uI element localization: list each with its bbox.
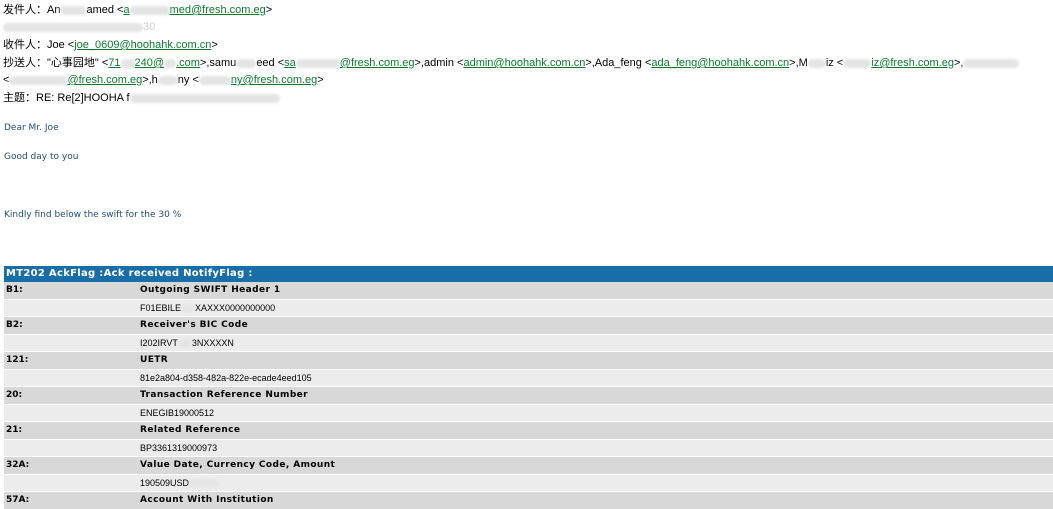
- subject-label: 主题：: [3, 92, 36, 104]
- cc-email-link-1[interactable]: 71 240@ .com: [108, 57, 200, 69]
- field-description: UETR: [140, 355, 169, 365]
- from-line-2: 30: [3, 20, 155, 34]
- cc-label: 抄送人：: [3, 57, 47, 69]
- cc-line-2: < @fresh.com.eg>,h ny < ny@fresh.com.eg>: [3, 74, 324, 86]
- field-value: 81e2a804-d358-482a-822e-ecade4eed105: [140, 372, 312, 383]
- field-value: 190509USD: [140, 475, 1053, 492]
- swift-value-row: ENEGIB19000512: [4, 403, 1053, 421]
- cc-email-link-2[interactable]: sa @fresh.com.eg: [284, 57, 414, 69]
- field-tag: 20:: [6, 390, 23, 400]
- field-value: ENEGIB19000512: [140, 407, 215, 418]
- to-line: 收件人：Joe <joe_0609@hoohahk.com.cn>: [3, 39, 218, 51]
- field-tag: 21:: [6, 425, 23, 435]
- cc-email-link-7[interactable]: ny@fresh.com.eg: [198, 74, 317, 86]
- subject-line: 主题：RE: Re[2]HOOHA f: [3, 91, 280, 105]
- swift-value-row: BP3361319000973: [4, 438, 1053, 456]
- redaction: [129, 93, 280, 103]
- field-tag: B2:: [6, 320, 23, 330]
- to-email-link[interactable]: joe_0609@hoohahk.com.cn: [74, 39, 211, 51]
- swift-value-row: I202IRVT 3NXXXXN: [4, 333, 1053, 351]
- field-description: Value Date, Currency Code, Amount: [140, 460, 336, 470]
- from-line: 发件人：An amed <a med@fresh.com.eg>: [3, 4, 273, 16]
- cc-line: 抄送人："心事园地" <71 240@ .com>,samu eed <sa @fres…: [3, 56, 1020, 70]
- swift-field-row: 21: Related Reference: [4, 421, 1053, 439]
- cc-email-link-6[interactable]: @fresh.com.eg: [9, 74, 142, 86]
- field-description: Receiver's BIC Code: [140, 320, 249, 330]
- field-value: F01EBILE XAXXX0000000000: [140, 302, 276, 313]
- cc-email-link-3[interactable]: admin@hoohahk.com.cn: [463, 57, 585, 69]
- body-line-1: Good day to you: [4, 152, 79, 162]
- from-label: 发件人：: [3, 4, 47, 16]
- cc-email-link-5[interactable]: iz@fresh.com.eg: [843, 57, 954, 69]
- to-label: 收件人：: [3, 39, 47, 51]
- field-description: Transaction Reference Number: [140, 390, 309, 400]
- swift-field-row: 32A: Value Date, Currency Code, Amount: [4, 456, 1053, 474]
- swift-title-bar: MT202 AckFlag :Ack received NotifyFlag :: [4, 266, 1053, 282]
- swift-field-row: B1: Outgoing SWIFT Header 1: [4, 282, 1053, 299]
- from-email-link[interactable]: a med@fresh.com.eg: [123, 4, 265, 16]
- swift-value-row: 190509USD: [4, 473, 1053, 492]
- field-value: I202IRVT 3NXXXXN: [140, 337, 234, 348]
- swift-field-row: 20: Transaction Reference Number: [4, 386, 1053, 404]
- field-tag: 57A:: [6, 495, 30, 505]
- field-description: Outgoing SWIFT Header 1: [140, 285, 281, 295]
- redaction: [3, 22, 143, 32]
- field-tag: 121:: [6, 355, 29, 365]
- field-tag: B1:: [6, 285, 23, 295]
- field-description: Account With Institution: [140, 495, 274, 505]
- swift-value-row: 81e2a804-d358-482a-822e-ecade4eed105: [4, 368, 1053, 386]
- body-line-2: Kindly find below the swift for the 30 %: [4, 210, 182, 220]
- subject-text: RE: Re[2]HOOHA f: [36, 92, 130, 104]
- cc-email-link-4[interactable]: ada_feng@hoohahk.com.cn: [651, 57, 789, 69]
- swift-message-table: MT202 AckFlag :Ack received NotifyFlag :…: [4, 266, 1053, 509]
- field-tag: 32A:: [6, 460, 30, 470]
- field-description: Related Reference: [140, 425, 241, 435]
- swift-value-row: F01EBILE XAXXX0000000000: [4, 298, 1053, 316]
- field-value: BP3361319000973: [140, 442, 218, 453]
- swift-field-row: 57A: Account With Institution: [4, 491, 1053, 509]
- redaction: [60, 5, 87, 15]
- swift-field-row: B2: Receiver's BIC Code: [4, 316, 1053, 334]
- greeting: Dear Mr. Joe: [4, 123, 59, 133]
- swift-field-row: 121: UETR: [4, 351, 1053, 369]
